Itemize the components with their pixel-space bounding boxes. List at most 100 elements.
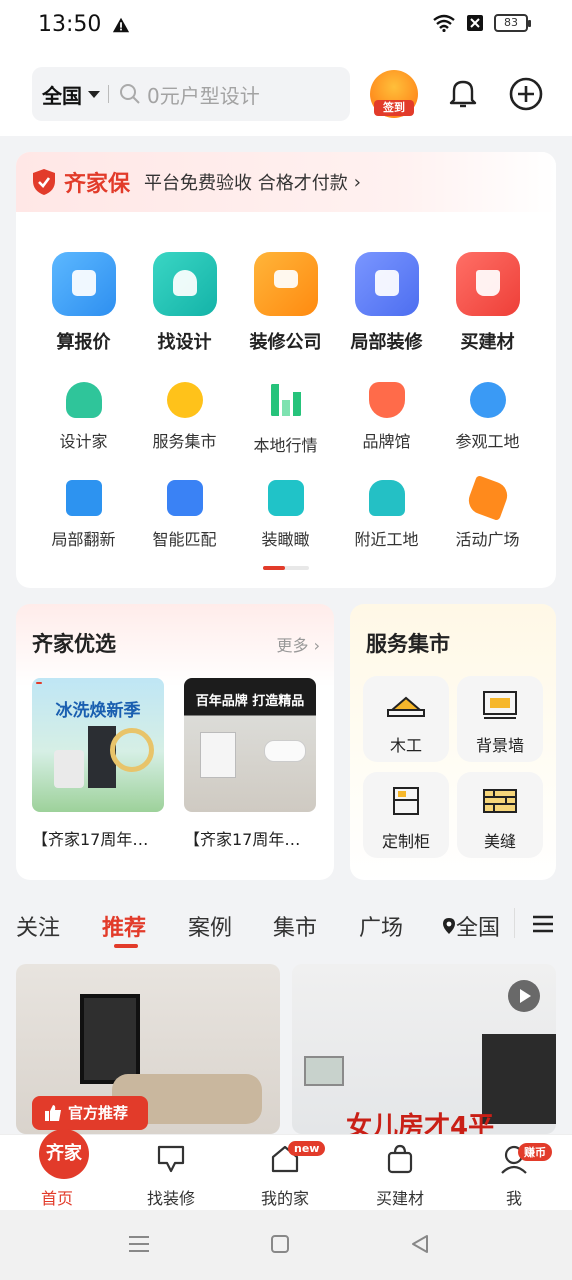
tab-location[interactable]: 全国 (442, 910, 500, 942)
feed-card[interactable]: 官方推荐 (16, 964, 280, 1134)
lamp-icon (152, 252, 217, 316)
service-visit-site[interactable]: 参观工地 (437, 382, 538, 456)
service-custom-cabinet[interactable]: 定制柜 (363, 772, 449, 858)
primary-services: 算报价 找设计 装修公司 局部装修 买建材 (16, 252, 556, 354)
service-activity-plaza[interactable]: 活动广场 (437, 474, 538, 550)
service-company[interactable]: 装修公司 (235, 252, 336, 354)
guarantee-banner[interactable]: 齐家保 平台免费验收 合格才付款 › (16, 152, 556, 212)
service-label: 局部装修 (350, 332, 423, 353)
back-icon[interactable] (410, 1234, 430, 1254)
tab-follow[interactable]: 关注 (16, 910, 60, 942)
service-label: 美缝 (483, 832, 516, 851)
service-feature-wall[interactable]: 背景墙 (457, 676, 543, 762)
service-label: 品牌馆 (362, 432, 411, 451)
service-design[interactable]: 找设计 (134, 252, 235, 354)
feed-title: 女儿房才4平 (346, 1112, 495, 1134)
tab-recommend[interactable]: 推荐 (102, 910, 146, 942)
bell-icon[interactable] (446, 76, 480, 110)
service-label: 木工 (389, 736, 422, 755)
heart-icon (166, 480, 203, 516)
nav-label: 找装修 (146, 1189, 195, 1208)
service-label: 找设计 (157, 332, 212, 353)
badge-label: 官方推荐 (68, 1104, 129, 1122)
camera-icon (267, 480, 304, 516)
product-promo-title: 冰洗焕新季 (55, 701, 141, 721)
service-materials[interactable]: 买建材 (437, 252, 538, 354)
calculator-icon (51, 252, 116, 316)
product-card[interactable]: 冰洗焕新季 【齐家17周年… (32, 678, 164, 850)
nav-buy-materials[interactable]: 买建材 (350, 1135, 450, 1209)
play-icon[interactable] (508, 980, 540, 1012)
service-designer[interactable]: 设计家 (33, 382, 134, 456)
service-local-price[interactable]: 本地行情 (235, 382, 336, 456)
city-selector[interactable]: 全国 (42, 80, 82, 109)
search-input[interactable]: 0元户型设计 (147, 80, 260, 109)
product-card[interactable]: 百年品牌 打造精品 【齐家17周年… (184, 678, 316, 850)
bottom-navigation: 齐家 首页 找装修 我的家 new 买建材 我 赚币 (0, 1129, 572, 1210)
divider (108, 85, 109, 103)
location-label: 全国 (456, 916, 501, 941)
menu-icon[interactable] (532, 914, 554, 934)
saw-icon (387, 696, 425, 717)
service-partial[interactable]: 局部装修 (336, 252, 437, 354)
product-promo-title: 百年品牌 打造精品 (195, 694, 305, 709)
chat-bubble-icon (157, 1145, 185, 1173)
check-in-label: 签到 (374, 100, 414, 116)
helmet-icon (469, 382, 506, 418)
shield-icon (33, 169, 55, 195)
feed-card[interactable]: 女儿房才4平 (292, 964, 556, 1134)
add-icon[interactable] (508, 76, 544, 112)
guarantee-text: 平台免费验收 合格才付款 (144, 173, 348, 194)
new-badge: new (288, 1141, 326, 1156)
shopping-bag-icon (455, 252, 520, 316)
home-logo-icon: 齐家 (39, 1129, 89, 1179)
bar-chart-icon (270, 384, 301, 416)
official-recommend-badge: 官方推荐 (32, 1096, 148, 1130)
section-title: 服务集市 (366, 632, 450, 656)
tab-market[interactable]: 集市 (273, 910, 317, 942)
check-in-button[interactable]: 签到 (370, 70, 418, 118)
service-label: 活动广场 (455, 530, 520, 549)
designer-icon (65, 382, 102, 418)
bricks-icon (483, 789, 517, 813)
feed-tabs: 关注 推荐 案例 集市 广场 全国 (0, 900, 572, 952)
service-brand-hall[interactable]: 品牌馆 (336, 382, 437, 456)
service-label: 参观工地 (455, 432, 520, 451)
service-carpentry[interactable]: 木工 (363, 676, 449, 762)
service-nearby-site[interactable]: 附近工地 (336, 480, 437, 550)
service-label: 本地行情 (253, 436, 318, 455)
service-label: 算报价 (56, 332, 111, 353)
recent-apps-icon[interactable] (128, 1234, 150, 1254)
section-title: 齐家优选 (32, 632, 116, 656)
service-zhuangkankan[interactable]: 装瞰瞰 (235, 480, 336, 550)
service-label: 设计家 (59, 432, 108, 451)
location-pin-icon (443, 918, 455, 934)
tab-cases[interactable]: 案例 (188, 910, 232, 942)
service-market-entry[interactable]: 服务集市 (134, 382, 235, 456)
nav-label: 我 (505, 1189, 522, 1208)
product-name: 【齐家17周年… (32, 830, 149, 849)
warning-icon (112, 17, 130, 33)
battery-indicator: 83 (494, 14, 531, 32)
service-renovation[interactable]: 局部翻新 (33, 480, 134, 550)
home-button-icon[interactable] (270, 1234, 290, 1254)
search-bar[interactable]: 全国 0元户型设计 (32, 67, 350, 121)
featured-products-card: 齐家优选 更多 › 冰洗焕新季 【齐家17周年… 百年品牌 打造精品 【齐家17… (16, 604, 334, 880)
tag-icon (464, 474, 511, 522)
more-link[interactable]: 更多 › (277, 632, 321, 656)
nav-label: 首页 (40, 1189, 73, 1208)
nav-find-renovation[interactable]: 找装修 (121, 1135, 221, 1209)
guarantee-title: 齐家保 (64, 172, 131, 197)
service-quote[interactable]: 算报价 (33, 252, 134, 354)
service-market-card: 服务集市 木工 背景墙 定制柜 美缝 (350, 604, 556, 880)
service-label: 智能匹配 (152, 530, 217, 549)
service-label: 背景墙 (475, 736, 524, 755)
service-smart-match[interactable]: 智能匹配 (134, 480, 235, 550)
status-bar: 13:50 83 (0, 0, 572, 52)
tab-plaza[interactable]: 广场 (359, 910, 403, 942)
nav-home[interactable]: 齐家 首页 (7, 1129, 107, 1209)
smile-icon (166, 382, 203, 418)
product-image: 百年品牌 打造精品 (184, 678, 316, 812)
service-tile-grout[interactable]: 美缝 (457, 772, 543, 858)
secondary-services-row1: 设计家 服务集市 本地行情 品牌馆 参观工地 (16, 382, 556, 456)
